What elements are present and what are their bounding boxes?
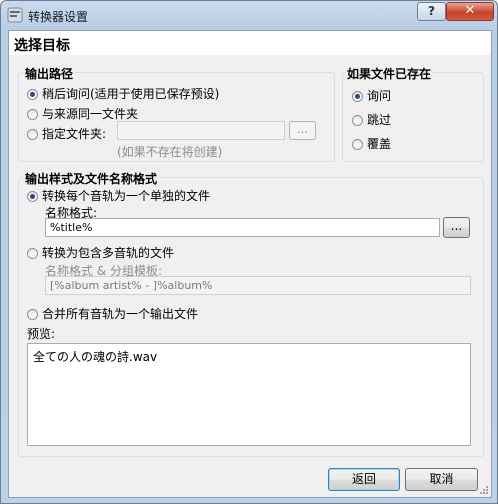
- radio-overwrite[interactable]: 覆盖: [352, 135, 391, 152]
- radio-same-folder[interactable]: 与来源同一文件夹: [27, 105, 138, 122]
- radio-indicator[interactable]: [352, 91, 363, 102]
- folder-hint: (如果不存在将创建): [117, 145, 223, 159]
- radio-skip[interactable]: 跳过: [352, 111, 391, 128]
- radio-ask[interactable]: 询问: [352, 87, 391, 104]
- window-title: 转换器设置: [28, 10, 89, 24]
- preview-label: 预览:: [27, 327, 56, 341]
- title-bar[interactable]: 转换器设置 ? ✕: [1, 1, 497, 29]
- radio-label: 转换为包含多音轨的文件: [42, 246, 175, 260]
- radio-indicator[interactable]: [27, 309, 38, 320]
- resize-grip-icon[interactable]: [479, 485, 489, 495]
- radio-label: 与来源同一文件夹: [42, 107, 139, 121]
- radio-label: 询问: [367, 89, 392, 103]
- radio-indicator[interactable]: [352, 139, 363, 150]
- if-exists-group-label: 如果文件已存在: [345, 65, 434, 82]
- close-button[interactable]: ✕: [446, 2, 494, 21]
- radio-indicator[interactable]: [27, 89, 38, 100]
- name-format-browse-button[interactable]: ...: [443, 217, 470, 238]
- multi-format-input[interactable]: [%album artist% - ]%album%: [45, 276, 471, 295]
- section-title: 选择目标: [14, 38, 70, 54]
- radio-single-file[interactable]: 转换每个音轨为一个单独的文件: [27, 187, 210, 204]
- dialog-client: 选择目标 输出路径 稍后询问(适用于使用已保存预设) 与来源同一文件夹 指定文件…: [8, 30, 492, 498]
- radio-label: 稍后询问(适用于使用已保存预设): [42, 87, 220, 101]
- radio-indicator[interactable]: [27, 129, 38, 140]
- radio-label: 跳过: [367, 113, 392, 127]
- back-button[interactable]: 返回: [328, 468, 400, 491]
- radio-ask-later[interactable]: 稍后询问(适用于使用已保存预设): [27, 85, 219, 102]
- radio-merge-all[interactable]: 合并所有音轨为一个输出文件: [27, 305, 198, 322]
- radio-specify-folder[interactable]: 指定文件夹:: [27, 125, 106, 142]
- header-band: 选择目标: [9, 31, 491, 55]
- folder-input[interactable]: [117, 121, 285, 140]
- radio-multi-track[interactable]: 转换为包含多音轨的文件: [27, 244, 174, 261]
- help-button[interactable]: ?: [417, 2, 446, 21]
- cancel-button[interactable]: 取消: [405, 468, 478, 491]
- folder-browse-button[interactable]: ...: [289, 121, 316, 140]
- radio-indicator[interactable]: [27, 248, 38, 259]
- radio-indicator[interactable]: [27, 191, 38, 202]
- output-style-group-label: 输出样式及文件名称格式: [23, 170, 160, 187]
- name-format-input[interactable]: %title%: [45, 218, 440, 237]
- app-icon: [7, 7, 23, 23]
- radio-indicator[interactable]: [352, 115, 363, 126]
- radio-label: 合并所有音轨为一个输出文件: [42, 307, 199, 321]
- radio-indicator[interactable]: [27, 109, 38, 120]
- preview-text: 全ての人の魂の詩.wav: [33, 350, 158, 364]
- dialog-window: 转换器设置 ? ✕ 选择目标 输出路径 稍后询问(适用于使用已保存预设) 与来源…: [0, 0, 498, 504]
- radio-label: 指定文件夹:: [42, 127, 107, 141]
- output-path-group-label: 输出路径: [23, 65, 76, 82]
- radio-label: 覆盖: [367, 137, 392, 151]
- preview-box: 全ての人の魂の詩.wav: [27, 343, 471, 446]
- radio-label: 转换每个音轨为一个单独的文件: [42, 189, 211, 203]
